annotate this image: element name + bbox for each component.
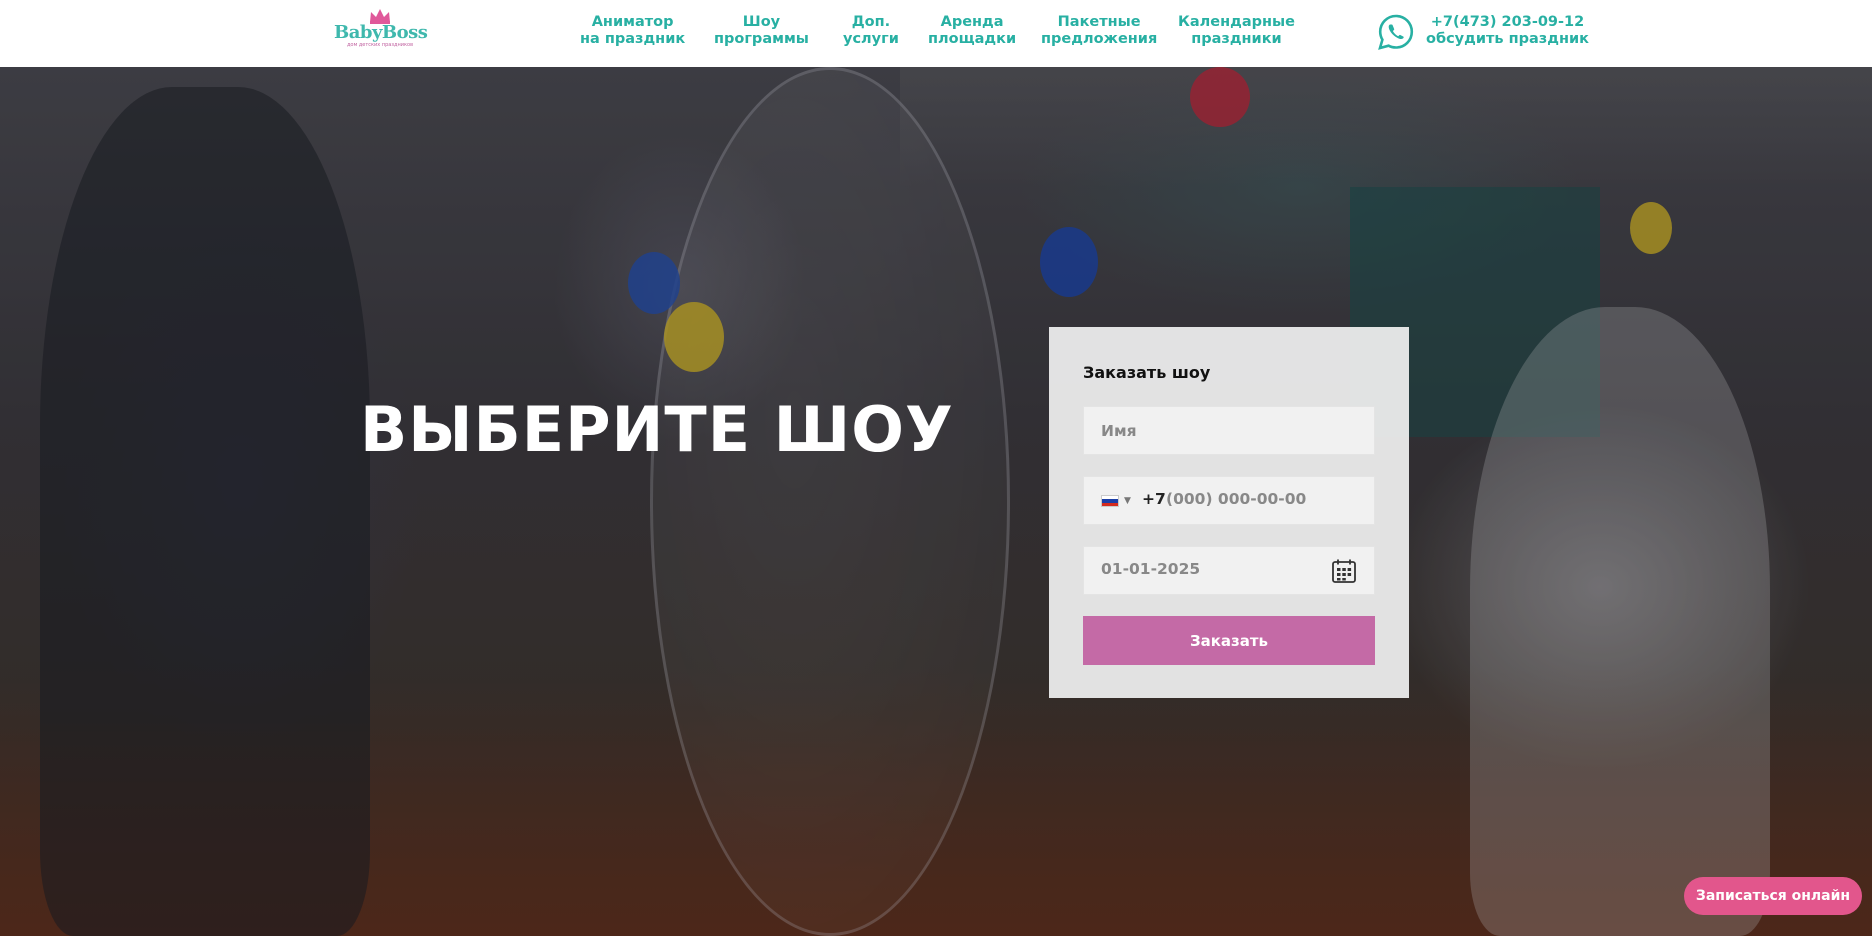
name-field[interactable] [1083, 406, 1375, 455]
nav-item-animator[interactable]: Аниматор на праздник [580, 14, 685, 48]
nav-item-line1: Шоу [742, 14, 781, 30]
nav-item-line1: Календарные [1178, 14, 1295, 30]
nav-item-line1: Пакетные [1057, 14, 1141, 30]
submit-order-button[interactable]: Заказать [1083, 616, 1375, 665]
contact-cta[interactable]: обсудить праздник [1426, 31, 1589, 48]
nav-item-line2: программы [714, 31, 809, 47]
nav-item-line2: на праздник [580, 31, 686, 47]
nav-item-line1: Аренда [940, 14, 1004, 30]
name-input[interactable] [1084, 407, 1374, 454]
order-show-form: Заказать шоу ▼ +7 (000) 000-00-00 01-01-… [1049, 327, 1409, 698]
phone-text[interactable]: +7(473) 203-09-12 обсудить праздник [1426, 14, 1589, 48]
phone-number[interactable]: +7(473) 203-09-12 [1426, 14, 1589, 31]
nav-item-line2: праздники [1191, 31, 1282, 47]
hero-section: ВЫБЕРИТЕ ШОУ Заказать шоу ▼ +7 (000) 000… [0, 67, 1872, 936]
nav-item-line2: услуги [843, 31, 899, 47]
nav-item-show-programs[interactable]: Шоу программы [714, 14, 809, 48]
phone-field[interactable]: ▼ +7 (000) 000-00-00 [1083, 476, 1375, 525]
nav-item-calendar-holidays[interactable]: Календарные праздники [1178, 14, 1295, 48]
nav-item-line2: предложения [1041, 31, 1158, 47]
site-header: BabyBoss дом детских праздников Аниматор… [0, 0, 1872, 67]
phone-input[interactable] [1084, 477, 1374, 524]
nav-item-packages[interactable]: Пакетные предложения [1041, 14, 1157, 48]
nav-item-extra-services[interactable]: Доп. услуги [843, 14, 899, 48]
logo-tagline: дом детских праздников [346, 42, 414, 48]
nav-item-line1: Доп. [851, 14, 891, 30]
nav-item-venue-rental[interactable]: Аренда площадки [928, 14, 1016, 48]
hero-title: ВЫБЕРИТЕ ШОУ [360, 393, 954, 466]
date-field[interactable]: 01-01-2025 [1083, 546, 1375, 595]
logo-brand: BabyBoss [334, 22, 428, 43]
nav-item-line1: Аниматор [591, 14, 674, 30]
nav-item-line2: площадки [928, 31, 1017, 47]
form-title: Заказать шоу [1083, 363, 1211, 382]
date-value[interactable]: 01-01-2025 [1101, 560, 1200, 578]
book-online-button[interactable]: Записаться онлайн [1684, 877, 1862, 915]
whatsapp-icon[interactable] [1377, 13, 1415, 51]
logo[interactable]: BabyBoss дом детских праздников [334, 8, 428, 56]
hero-overlay [0, 67, 1872, 936]
calendar-icon[interactable] [1331, 558, 1357, 584]
